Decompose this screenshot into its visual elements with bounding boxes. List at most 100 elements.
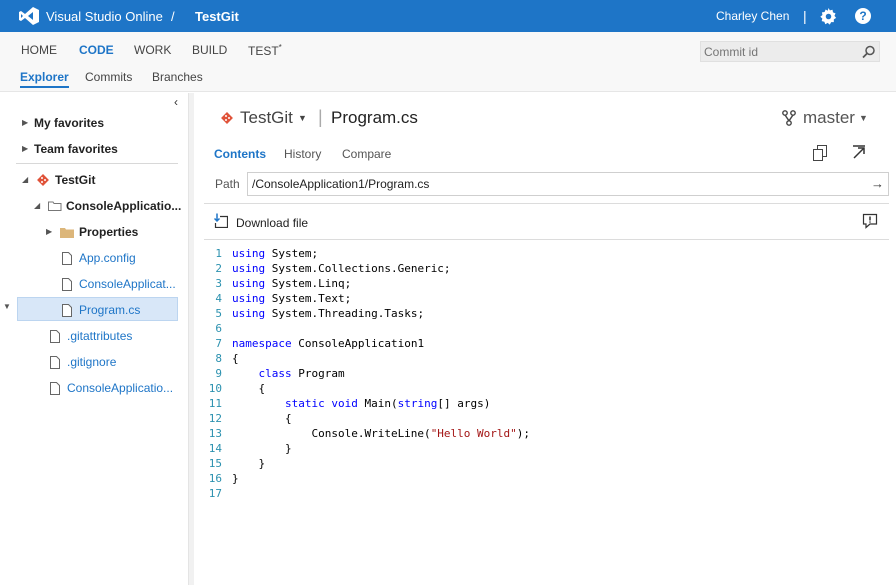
tab-work[interactable]: WORK xyxy=(134,43,171,57)
line-number: 10 xyxy=(208,382,222,395)
code-keyword: using xyxy=(232,247,266,260)
commit-id-input[interactable] xyxy=(701,42,851,61)
download-file-button[interactable]: Download file xyxy=(236,216,308,230)
product-name[interactable]: Visual Studio Online xyxy=(46,9,163,24)
code-text: using System.Threading.Tasks; xyxy=(232,306,424,321)
line-number: 4 xyxy=(215,292,222,305)
visual-studio-logo-icon[interactable] xyxy=(19,7,39,25)
code-text: using System.Collections.Generic; xyxy=(232,261,451,276)
open-in-new-window-icon[interactable] xyxy=(852,145,866,159)
search-icon[interactable] xyxy=(862,45,876,59)
line-number: 9 xyxy=(215,367,222,380)
tab-code[interactable]: CODE xyxy=(79,43,114,57)
tree-item-label: TestGit xyxy=(55,173,96,187)
line-number: 16 xyxy=(208,472,222,485)
file-icon xyxy=(50,356,60,369)
chevron-down-icon[interactable]: ▼ xyxy=(859,113,868,123)
code-token: System; xyxy=(265,247,319,260)
download-icon[interactable] xyxy=(214,213,228,228)
tree-item-label: ConsoleApplicat... xyxy=(79,277,176,291)
collapse-arrow-icon[interactable]: ◢ xyxy=(34,195,40,217)
expand-arrow-icon[interactable]: ▶ xyxy=(22,138,28,160)
code-token: Main( xyxy=(357,397,398,410)
add-comment-icon[interactable] xyxy=(862,213,878,229)
code-line: 10 { xyxy=(194,381,884,396)
topbar-divider: | xyxy=(803,8,807,24)
tab-build[interactable]: BUILD xyxy=(192,43,227,57)
path-input[interactable] xyxy=(248,173,858,195)
copy-icon[interactable] xyxy=(813,145,827,161)
code-token: System.Linq; xyxy=(265,277,352,290)
code-token: [] args) xyxy=(437,397,491,410)
code-token: } xyxy=(232,457,266,470)
line-number: 6 xyxy=(215,322,222,335)
branch-icon xyxy=(782,110,796,126)
code-line: 12 { xyxy=(194,411,884,426)
code-text: static void Main(string[] args) xyxy=(232,396,490,411)
path-label: Path xyxy=(215,177,240,191)
line-number: 1 xyxy=(215,247,222,260)
code-line: 7 namespace ConsoleApplication1 xyxy=(194,336,884,351)
code-line: 1 using System; xyxy=(194,246,884,261)
tab-home[interactable]: HOME xyxy=(21,43,57,57)
line-number: 8 xyxy=(215,352,222,365)
line-number: 7 xyxy=(215,337,222,350)
code-text: using System.Text; xyxy=(232,291,351,306)
code-token: System.Threading.Tasks; xyxy=(265,307,425,320)
line-number: 12 xyxy=(208,412,222,425)
row-context-arrow-icon[interactable]: ▼ xyxy=(3,302,11,311)
collapse-arrow-icon[interactable]: ◢ xyxy=(22,169,28,191)
tree-item-label: Properties xyxy=(79,225,139,239)
code-keyword: using xyxy=(232,277,266,290)
top-bar: Visual Studio Online / TestGit Charley C… xyxy=(0,0,896,32)
code-text: using System.Linq; xyxy=(232,276,351,291)
code-keyword: class xyxy=(258,367,292,380)
help-icon[interactable]: ? xyxy=(855,8,871,24)
tree-item-label: .gitignore xyxy=(67,355,117,369)
git-repo-icon xyxy=(37,174,49,186)
branch-selector[interactable]: master xyxy=(803,108,855,128)
commit-search xyxy=(700,41,880,62)
collapse-sidebar-icon[interactable]: ‹ xyxy=(174,95,178,109)
tree-item-label: ConsoleApplicatio... xyxy=(66,199,182,213)
user-name[interactable]: Charley Chen xyxy=(716,9,789,23)
main-content: TestGit ▼ | Program.cs master ▼ Contents… xyxy=(194,93,896,585)
subtab-branches[interactable]: Branches xyxy=(152,70,203,84)
expand-arrow-icon[interactable]: ▶ xyxy=(46,221,52,243)
code-keyword: using xyxy=(232,307,266,320)
code-text: namespace ConsoleApplication1 xyxy=(232,336,424,351)
tab-test[interactable]: TEST* xyxy=(248,43,282,58)
my-favorites-label: My favorites xyxy=(34,116,105,130)
code-text: } xyxy=(232,441,292,456)
tab-contents[interactable]: Contents xyxy=(214,147,266,161)
folder-icon xyxy=(60,228,74,238)
project-name[interactable]: TestGit xyxy=(195,9,239,24)
subtab-commits[interactable]: Commits xyxy=(85,70,132,84)
code-line: 2 using System.Collections.Generic; xyxy=(194,261,884,276)
gear-icon[interactable] xyxy=(820,8,837,25)
chevron-down-icon[interactable]: ▼ xyxy=(298,113,307,123)
code-token: System.Collections.Generic; xyxy=(265,262,451,275)
tab-test-label: TEST xyxy=(248,44,279,58)
line-number: 13 xyxy=(208,427,222,440)
expand-arrow-icon[interactable]: ▶ xyxy=(22,112,28,134)
repo-selector[interactable]: TestGit xyxy=(240,108,293,128)
code-line: 5 using System.Threading.Tasks; xyxy=(194,306,884,321)
tab-history[interactable]: History xyxy=(284,147,321,161)
arrow-right-icon[interactable]: → xyxy=(871,176,884,191)
code-text: } xyxy=(232,456,265,471)
line-number: 3 xyxy=(215,277,222,290)
code-text: { xyxy=(232,381,265,396)
code-text: { xyxy=(232,411,292,426)
git-repo-icon xyxy=(221,112,233,124)
line-number: 15 xyxy=(208,457,222,470)
code-token: System.Text; xyxy=(265,292,352,305)
code-keyword: using xyxy=(232,262,266,275)
file-icon xyxy=(62,252,72,265)
code-keyword: static xyxy=(284,397,325,410)
tab-compare[interactable]: Compare xyxy=(342,147,391,161)
subtab-explorer[interactable]: Explorer xyxy=(20,70,69,88)
breadcrumb-separator: / xyxy=(171,9,175,24)
line-number: 11 xyxy=(208,397,222,410)
